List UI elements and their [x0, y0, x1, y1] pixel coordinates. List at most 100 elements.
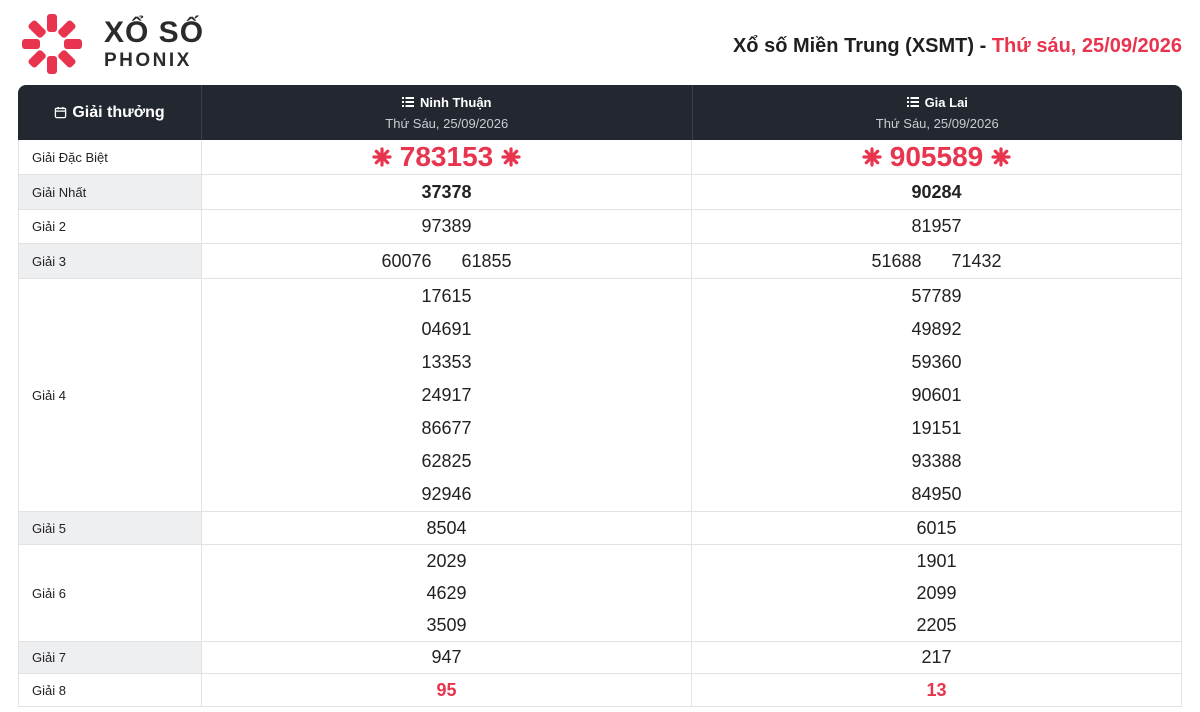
- prize-label: Giải 6: [18, 545, 202, 641]
- result-number: 57789: [911, 285, 962, 306]
- result-cell: 90284: [692, 175, 1182, 209]
- result-number: 49892: [911, 318, 962, 339]
- province-date: Thứ Sáu, 25/09/2026: [875, 115, 999, 131]
- prize-label: Giải Nhất: [18, 175, 202, 209]
- brand-name[interactable]: XỔ SỐ PHONIX: [104, 18, 204, 72]
- phonix-logo-icon[interactable]: [20, 12, 84, 76]
- result-number: 59360: [911, 351, 962, 372]
- prize-row-giai-4: Giải 4 17615 04691 13353 24917 86677 62825 9294…: [18, 279, 1182, 512]
- province-name: Ninh Thuận: [420, 94, 492, 110]
- result-number: 24917: [421, 384, 472, 405]
- result-number: 86677: [421, 417, 472, 438]
- result-number: 97389: [421, 216, 472, 236]
- result-cell: 51688 71432: [692, 244, 1182, 278]
- province-name-row: Gia Lai: [906, 95, 968, 110]
- prize-header-label: Giải thưởng: [72, 103, 165, 121]
- prize-label: Giải 2: [18, 210, 202, 243]
- prize-row-giai-5: Giải 5 8504 6015: [18, 512, 1182, 545]
- result-number: 90601: [911, 384, 962, 405]
- result-number: 13353: [421, 351, 472, 372]
- page-title-text: Xổ số Miền Trung (XSMT) -: [732, 35, 992, 57]
- result-cell: 6015: [692, 512, 1182, 544]
- prize-row-giai-dac-biet: Giải Đặc Biệt 783153 905589: [18, 140, 1182, 175]
- result-number: 3509: [426, 615, 467, 635]
- prize-label: Giải 5: [18, 512, 202, 544]
- prize-label: Giải Đặc Biệt: [18, 140, 202, 174]
- star-icon: [862, 147, 882, 167]
- result-number: 2099: [916, 583, 957, 603]
- result-cell: 57789 49892 59360 90601 19151 93388 84950: [692, 279, 1182, 511]
- result-cell: 17615 04691 13353 24917 86677 62825 92946: [202, 279, 692, 511]
- result-number: 2205: [916, 615, 957, 635]
- result-cell: 37378: [202, 175, 692, 209]
- result-number: 62825: [421, 450, 472, 471]
- special-prize-number: 905589: [862, 141, 1011, 173]
- result-number: 93388: [911, 450, 962, 471]
- prize-label: Giải 3: [18, 244, 202, 278]
- result-cell: 95: [202, 674, 692, 706]
- result-cell: 905589: [692, 140, 1182, 174]
- result-number: 61855: [461, 250, 512, 271]
- star-icon: [372, 147, 392, 167]
- result-number: 1901: [916, 551, 957, 571]
- result-number: 4629: [426, 583, 467, 603]
- result-cell: 2029 4629 3509: [202, 545, 692, 641]
- result-cell: 81957: [692, 210, 1182, 243]
- table-header: Giải thưởng Ninh Thuận Thứ Sáu, 25/09/20…: [18, 85, 1182, 140]
- province-date: Thứ Sáu, 25/09/2026: [385, 115, 509, 131]
- special-prize-number: 783153: [372, 141, 521, 173]
- result-cell: 13: [692, 674, 1182, 706]
- result-cell: 217: [692, 642, 1182, 673]
- calendar-icon: [55, 106, 67, 119]
- result-number: 905589: [889, 141, 984, 172]
- result-number: 60076: [381, 250, 432, 271]
- result-number: 13: [926, 679, 947, 700]
- prize-label: Giải 7: [18, 642, 202, 673]
- prize-label: Giải 4: [18, 279, 202, 511]
- province-header-ninh-thuan[interactable]: Ninh Thuận Thứ Sáu, 25/09/2026: [202, 85, 693, 140]
- result-number: 04691: [421, 318, 472, 339]
- result-number: 2029: [426, 551, 467, 571]
- province-name-row: Ninh Thuận: [402, 95, 492, 110]
- page-title: Xổ số Miền Trung (XSMT) - Thứ sáu, 25/09…: [733, 35, 1182, 58]
- list-icon: [402, 97, 414, 107]
- result-number: 8504: [426, 517, 467, 538]
- result-cell: 783153: [202, 140, 692, 174]
- result-number: 95: [436, 679, 457, 700]
- result-number: 783153: [399, 141, 494, 172]
- result-number: 92946: [421, 483, 472, 504]
- brand-line2: PHONIX: [104, 50, 192, 71]
- result-cell: 60076 61855: [202, 244, 692, 278]
- result-cell: 947: [202, 642, 692, 673]
- prize-row-giai-2: Giải 2 97389 81957: [18, 210, 1182, 244]
- result-number: 37378: [421, 181, 472, 202]
- prize-row-giai-6: Giải 6 2029 4629 3509 1901 2099 2205: [18, 545, 1182, 642]
- province-header-gia-lai[interactable]: Gia Lai Thứ Sáu, 25/09/2026: [693, 85, 1183, 140]
- top-bar: XỔ SỐ PHONIX Xổ số Miền Trung (XSMT) - T…: [0, 0, 1200, 84]
- result-number: 17615: [421, 285, 472, 306]
- result-number: 71432: [951, 250, 1002, 271]
- table-body: Giải Đặc Biệt 783153 905589 Giải Nhất 37378 9…: [18, 140, 1182, 707]
- star-icon: [991, 147, 1011, 167]
- result-number: 90284: [911, 181, 962, 202]
- result-number: 947: [431, 647, 462, 667]
- results-table: Giải thưởng Ninh Thuận Thứ Sáu, 25/09/20…: [18, 85, 1182, 707]
- result-cell: 8504: [202, 512, 692, 544]
- result-number: 84950: [911, 483, 962, 504]
- result-number: 19151: [911, 417, 962, 438]
- result-number: 217: [921, 647, 952, 667]
- prize-row-giai-7: Giải 7 947 217: [18, 642, 1182, 674]
- list-icon: [906, 97, 919, 107]
- star-icon: [501, 147, 521, 167]
- result-cell: 1901 2099 2205: [692, 545, 1182, 641]
- result-number: 51688: [871, 250, 922, 271]
- result-cell: 97389: [202, 210, 692, 243]
- result-number: 81957: [911, 216, 962, 236]
- result-number: 6015: [916, 517, 957, 538]
- prize-row-giai-3: Giải 3 60076 61855 51688 71432: [18, 244, 1182, 279]
- prize-column-header: Giải thưởng: [18, 85, 202, 140]
- prize-row-giai-8: Giải 8 95 13: [18, 674, 1182, 707]
- prize-label: Giải 8: [18, 674, 202, 706]
- brand-line1: XỔ SỐ: [104, 16, 205, 49]
- prize-row-giai-nhat: Giải Nhất 37378 90284: [18, 175, 1182, 210]
